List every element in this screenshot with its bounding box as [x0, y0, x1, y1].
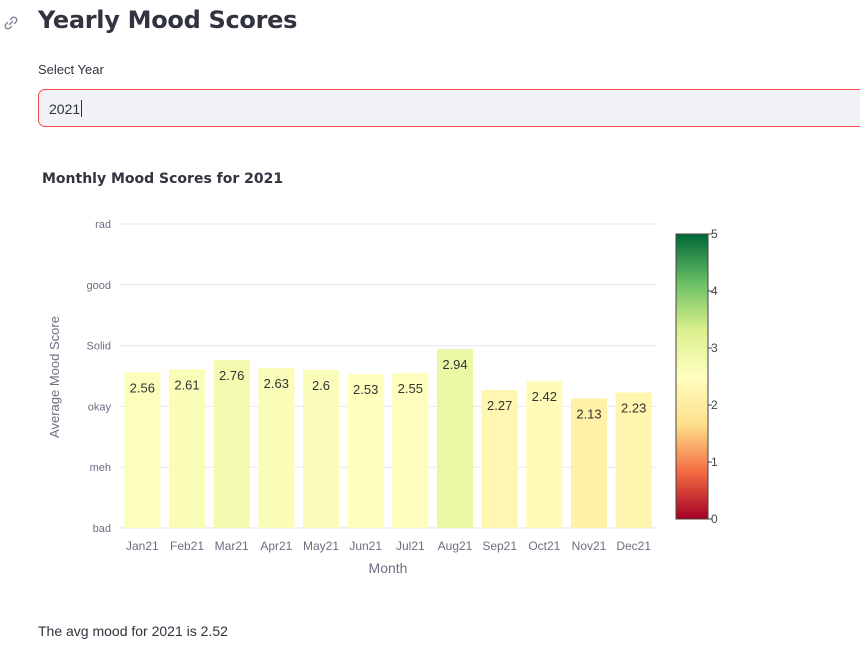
data-label: 2.76 [219, 368, 244, 383]
colorbar-tick-label: 4 [711, 284, 718, 298]
x-axis-title: Month [369, 560, 408, 576]
y-tick-label: rad [95, 219, 111, 231]
y-tick-label: okay [88, 401, 112, 413]
y-tick-label: meh [90, 462, 111, 474]
mood-bar-chart: badmehokaySolidgoodrad 2.56Jan212.61Feb2… [47, 219, 718, 576]
x-tick-label: Jun21 [349, 539, 382, 553]
year-input[interactable]: 2021 [38, 89, 860, 127]
x-tick-label: Apr21 [260, 539, 292, 553]
select-year-label: Select Year [38, 62, 104, 77]
page-title: Yearly Mood Scores [38, 6, 298, 34]
data-label: 2.27 [487, 398, 512, 413]
x-tick-label: May21 [303, 539, 339, 553]
x-tick-label: Dec21 [616, 539, 651, 553]
y-axis-title: Average Mood Score [47, 316, 62, 438]
colorbar-tick-label: 1 [711, 455, 718, 469]
data-label: 2.42 [532, 389, 557, 404]
y-tick-label: Solid [87, 341, 111, 353]
y-tick-label: good [87, 280, 111, 292]
data-label: 2.13 [576, 406, 601, 421]
colorbar [675, 233, 709, 520]
link-icon[interactable] [2, 14, 20, 32]
data-label: 2.56 [130, 380, 155, 395]
chart-title: Monthly Mood Scores for 2021 [42, 171, 284, 187]
x-tick-label: Mar21 [215, 539, 249, 553]
bar [347, 374, 384, 528]
data-label: 2.6 [312, 378, 330, 393]
colorbar-tick-label: 3 [711, 341, 718, 355]
text-caret [81, 100, 83, 117]
colorbar-tick-label: 0 [711, 512, 718, 526]
x-tick-label: Jul21 [396, 539, 425, 553]
colorbar-tick-label: 5 [711, 227, 718, 241]
data-label: 2.94 [442, 357, 467, 372]
bar [437, 349, 473, 528]
year-input-value: 2021 [49, 100, 83, 117]
data-label: 2.61 [174, 377, 199, 392]
bar [258, 368, 295, 528]
data-label: 2.55 [398, 381, 423, 396]
bar [303, 369, 339, 528]
bar [169, 369, 205, 528]
avg-mood-summary: The avg mood for 2021 is 2.52 [38, 623, 228, 639]
x-tick-label: Aug21 [438, 539, 473, 553]
bar [124, 372, 161, 528]
y-tick-label: bad [93, 523, 111, 535]
bar [392, 372, 429, 528]
x-tick-label: Sep21 [482, 539, 517, 553]
colorbar-tick-label: 2 [711, 398, 718, 412]
bar [213, 360, 250, 528]
x-tick-label: Jan21 [126, 539, 159, 553]
data-label: 2.53 [353, 382, 378, 397]
x-tick-label: Nov21 [572, 539, 607, 553]
x-tick-label: Oct21 [528, 539, 560, 553]
data-label: 2.63 [264, 376, 289, 391]
data-label: 2.23 [621, 400, 646, 415]
x-tick-label: Feb21 [170, 539, 204, 553]
